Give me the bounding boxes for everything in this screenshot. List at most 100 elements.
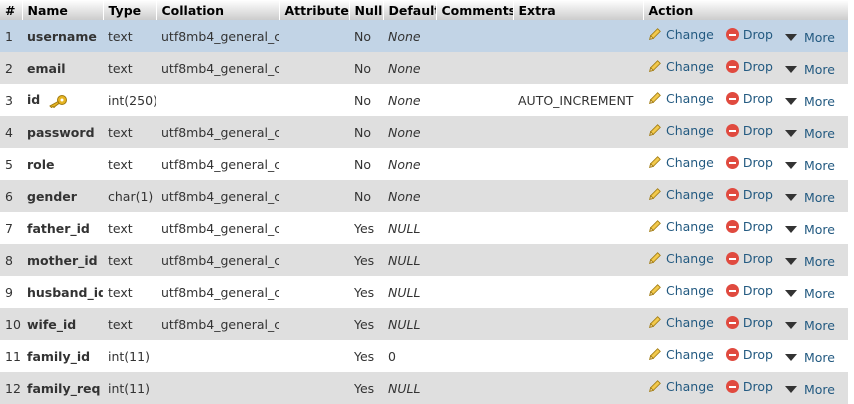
dropdown-arrow-icon: [784, 386, 797, 394]
column-type: int(11): [108, 380, 150, 396]
header-default[interactable]: Default: [383, 0, 437, 20]
column-name-cell: mother_id: [22, 244, 103, 276]
change-button[interactable]: Change: [648, 123, 714, 138]
drop-button[interactable]: Drop: [725, 59, 773, 75]
column-comments: [436, 308, 513, 340]
column-name-cell: wife_id: [22, 308, 103, 340]
table-row[interactable]: 8 mother_id text utf8mb4_general_ci Yes NULL C…: [0, 244, 848, 276]
more-button[interactable]: More: [784, 222, 835, 238]
more-button[interactable]: More: [784, 126, 835, 142]
more-label: More: [803, 126, 835, 142]
column-attributes: [279, 340, 349, 372]
column-collation: [156, 340, 279, 372]
drop-button[interactable]: Drop: [725, 219, 773, 234]
header-name[interactable]: Name: [22, 0, 104, 20]
column-collation: utf8mb4_general_ci: [161, 124, 279, 140]
drop-icon: [725, 380, 739, 394]
header-extra[interactable]: Extra: [513, 0, 644, 20]
column-default: None: [388, 60, 421, 76]
table-row[interactable]: 12 family_req int(11) Yes NULL Change Drop More: [0, 372, 848, 404]
column-extra: [513, 148, 643, 180]
header-comments[interactable]: Comments: [436, 0, 514, 20]
column-type: text: [108, 28, 133, 44]
pencil-icon: [649, 92, 661, 105]
column-default: None: [388, 188, 421, 204]
more-button[interactable]: More: [784, 190, 835, 205]
change-button[interactable]: Change: [648, 379, 714, 394]
header-collation[interactable]: Collation: [156, 0, 280, 20]
more-label: More: [803, 30, 835, 46]
dropdown-arrow-icon: [784, 98, 797, 106]
table-row[interactable]: 7 father_id text utf8mb4_general_ci Yes NULL C…: [0, 212, 848, 244]
column-comments: [436, 84, 513, 116]
row-number: 11: [5, 348, 21, 364]
table-row[interactable]: 5 role text utf8mb4_general_ci No None Change D…: [0, 148, 848, 180]
more-button[interactable]: More: [784, 94, 835, 110]
structure-table: # Name Type Collation Attributes Null De…: [0, 0, 849, 404]
more-label: More: [803, 94, 835, 110]
change-button[interactable]: Change: [648, 91, 714, 106]
change-button[interactable]: Change: [648, 251, 714, 266]
column-extra: AUTO_INCREMENT: [518, 92, 634, 108]
table-row[interactable]: 3 id int(250) No None AUTO_INCREMENT Change Dro…: [0, 84, 848, 116]
change-label: Change: [666, 250, 714, 266]
change-button[interactable]: Change: [648, 59, 714, 74]
table-row[interactable]: 6 gender char(1) utf8mb4_general_ci No None Ch…: [0, 180, 848, 212]
drop-button[interactable]: Drop: [725, 187, 773, 202]
more-button[interactable]: More: [784, 350, 835, 365]
change-button[interactable]: Change: [648, 219, 714, 234]
drop-button[interactable]: Drop: [725, 123, 773, 138]
drop-button[interactable]: Drop: [725, 251, 773, 266]
action-cell: Change Drop More: [643, 212, 848, 244]
change-button[interactable]: Change: [648, 187, 714, 202]
drop-label: Drop: [742, 91, 773, 107]
drop-button[interactable]: Drop: [725, 379, 773, 394]
drop-button[interactable]: Drop: [725, 347, 773, 362]
drop-button[interactable]: Drop: [725, 155, 773, 170]
drop-icon: [725, 252, 739, 266]
more-button[interactable]: More: [784, 30, 835, 46]
table-row[interactable]: 2 email text utf8mb4_general_ci No None Change…: [0, 52, 848, 84]
table-row[interactable]: 10 wife_id text utf8mb4_general_ci Yes NULL Ch…: [0, 308, 848, 340]
column-collation: utf8mb4_general_ci: [161, 156, 279, 172]
drop-button[interactable]: Drop: [725, 27, 773, 42]
action-cell: Change Drop More: [643, 308, 848, 340]
table-row[interactable]: 9 husband_id text utf8mb4_general_ci Yes NULL…: [0, 276, 848, 308]
change-button[interactable]: Change: [648, 347, 714, 362]
column-collation: utf8mb4_general_ci: [161, 188, 279, 204]
action-cell: Change Drop More: [643, 340, 848, 372]
more-label: More: [803, 222, 835, 238]
more-button[interactable]: More: [784, 158, 835, 173]
more-label: More: [803, 286, 835, 302]
column-type: text: [108, 156, 133, 172]
change-label: Change: [666, 218, 714, 234]
header-null[interactable]: Null: [349, 0, 384, 20]
change-button[interactable]: Change: [648, 283, 714, 298]
change-button[interactable]: Change: [648, 27, 714, 42]
more-button[interactable]: More: [784, 382, 835, 397]
pencil-icon: [649, 156, 661, 169]
table-row[interactable]: 1 username text utf8mb4_general_ci No None Cha…: [0, 20, 848, 52]
more-button[interactable]: More: [784, 62, 835, 77]
change-button[interactable]: Change: [648, 155, 714, 170]
header-type[interactable]: Type: [103, 0, 157, 20]
table-row[interactable]: 4 password text utf8mb4_general_ci No None Cha…: [0, 116, 848, 148]
column-null: No: [354, 28, 371, 44]
more-button[interactable]: More: [784, 254, 835, 269]
column-comments: [436, 244, 513, 276]
header-attributes[interactable]: Attributes: [279, 0, 350, 20]
more-button[interactable]: More: [784, 318, 835, 333]
dropdown-arrow-icon: [784, 258, 797, 266]
column-name: family_req: [27, 380, 101, 396]
column-attributes: [279, 84, 349, 116]
change-button[interactable]: Change: [648, 315, 714, 330]
drop-button[interactable]: Drop: [725, 315, 773, 330]
header-num[interactable]: #: [0, 0, 23, 20]
drop-button[interactable]: Drop: [725, 91, 773, 107]
action-cell: Change Drop More: [643, 180, 848, 212]
table-row[interactable]: 11 family_id int(11) Yes 0 Change Drop More: [0, 340, 848, 372]
drop-label: Drop: [742, 59, 773, 75]
column-collation: [156, 84, 279, 116]
more-button[interactable]: More: [784, 286, 835, 302]
drop-button[interactable]: Drop: [725, 283, 773, 298]
